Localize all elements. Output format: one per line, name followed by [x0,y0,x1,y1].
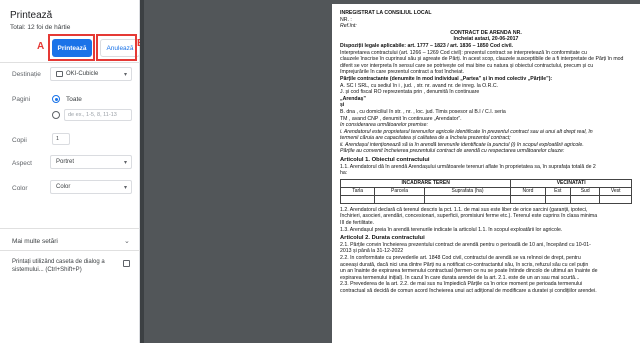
pages-custom-radio[interactable] [52,111,60,119]
land-table: INCADRARE TEREN VECINATATI Tarla Parcela S… [339,178,632,204]
print-preview-page: INREGISTRAT LA CONSILIUL LOCAL NR. : Ref.î… [332,4,640,343]
divider [0,228,140,229]
document-line: A. SC I SRL, cu sediul în i , jud. , str… [340,82,499,89]
table-row [339,194,632,204]
destination-select[interactable]: OKI-Cubicle ▾ [50,67,132,81]
layout-value: Portret [56,159,75,165]
document-line: Ref.înt: [340,23,357,30]
document-line: diferit se vor interpreta în sensul care… [340,62,594,69]
color-value: Color [56,184,71,190]
document-line: J. și cod fiscal RO reprezentata prin , … [340,89,480,96]
document-line: ii. Arendașul intenționează să ia în are… [340,141,584,148]
more-settings-toggle[interactable]: Mai multe setări [12,238,58,245]
pages-custom-input[interactable]: de ex., 1-5, 8, 11-13 [64,109,132,121]
document-line: Încheiat astazi, 20-06-2017 [453,36,519,43]
print-panel-title: Printează [10,10,53,21]
system-dialog-link[interactable]: Printați utilizând caseta de dialog a si… [12,258,117,274]
document-line: Părțile au convenit încheierea prezentul… [340,148,565,155]
layout-label: Aspect [12,160,32,167]
document-line: Interpretarea contractului (art. 1266 – … [340,49,587,56]
color-label: Color [12,185,28,192]
copies-input[interactable]: 1 [52,133,70,145]
document-line: 1.2. Arendatorul declară că terenul desc… [340,206,588,213]
document-line: Dispoziții legale aplicabile: art. 1777 … [340,42,514,49]
table-group-header: VECINATATI [510,178,632,188]
divider [0,250,140,251]
pages-all-radio[interactable] [52,95,60,103]
pages-all-label: Toate [66,96,82,103]
sheet-total: Total: 12 foi de hârtie [10,24,71,31]
chevron-down-icon: ▾ [123,72,127,78]
open-in-new-icon[interactable] [123,260,130,267]
print-settings-panel: Printează Total: 12 foi de hârtie Printe… [0,0,144,343]
panel-scrollbar[interactable] [140,0,144,343]
table-header-cell: Suprafata (ha) [423,186,512,196]
table-header-row: Tarla Parcela Suprafata (ha) Nord Est Sud Vest [339,186,632,196]
document-line: 2013 și până la 31-12-2022 [340,248,404,255]
color-select[interactable]: Color ▾ [50,180,132,194]
document-line: B. dna , cu domiciliul în str. , nr. , l… [340,108,506,115]
document-line: „Arendaș” [340,95,366,102]
divider [0,62,140,63]
document-line: contractual să decidă de comun acord înc… [340,287,597,294]
document-line: III de fertilitate. [340,220,375,227]
document-line: 1.3. Arendașul preia în arendă terenuril… [340,226,563,233]
document-line: aceeași durată, dacă nici una dintre Păr… [340,261,589,268]
pages-label: Pagini [12,96,31,103]
table-header-cell: Tarla [339,186,376,196]
document-body-bottom: 1.2. Arendatorul declară că terenul desc… [340,207,632,295]
document-line: expirarea termenului inițial). În cazul … [340,274,580,281]
callout-a: A [37,41,45,52]
document-line: clauzele înscrise în cuprinsul său și ag… [340,56,624,63]
document-line: CONTRACT DE ARENDĂ NR. [450,29,522,36]
chevron-down-icon: ▾ [123,185,127,191]
destination-value: OKI-Cubicle [66,71,99,77]
document-line: În considerarea următoarelor premise: [340,122,428,129]
layout-select[interactable]: Portret ▾ [50,155,132,169]
table-header-cell: Sud [569,186,601,196]
document-line: 2.2. În conformitate cu prevederile art.… [340,255,581,261]
document-line: INREGISTRAT LA CONSILIUL LOCAL [340,10,432,16]
document-line: NR. : [340,16,352,23]
document-line: Părțile contractante (denumite în mod in… [340,75,553,82]
document-line: termenii căruia are capacitatea și calit… [340,135,511,142]
table-header-cell: Est [544,186,571,196]
document-line: Articolul 1. Obiectul contractului [340,157,430,164]
document-line: 2.3. Prevederea de la art. 2.2. de mai s… [340,281,583,288]
document-line: un an înainte de expirarea termenului co… [340,268,598,275]
table-header-cell: Parcela [374,186,425,196]
table-header-cell: Nord [510,186,546,196]
highlight-box-b [96,34,137,61]
document-line: și [340,102,345,109]
document-body-top: INREGISTRAT LA CONSILIUL LOCAL NR. : Ref.î… [340,10,632,177]
document-line: închirieri, asocieri, arendări, concesio… [340,213,598,220]
document-line: ha: [340,170,348,177]
destination-label: Destinație [12,71,41,78]
document-line: 2.1. Părțile convin încheierea prezentul… [340,241,591,248]
document-line: TM , avand CNP , denumit în continuare „… [340,115,462,122]
table-header-cell: Vest [599,186,632,196]
document-line: 1.1. Arendatorul dă în arendă Arendașulu… [340,163,596,170]
table-group-header: INCADRARE TEREN [339,178,512,188]
printer-icon [56,71,63,77]
document-line: împrejurările în care prezentul contract… [340,69,464,76]
chevron-down-icon[interactable]: ⌄ [124,237,130,245]
document-line: Articolul 2. Durata contractului [340,235,425,242]
highlight-box-a [48,34,95,61]
copies-label: Copii [12,137,27,144]
chevron-down-icon: ▾ [123,160,127,166]
document-line: i. Arendatorul este proprietarul terenur… [340,128,593,135]
